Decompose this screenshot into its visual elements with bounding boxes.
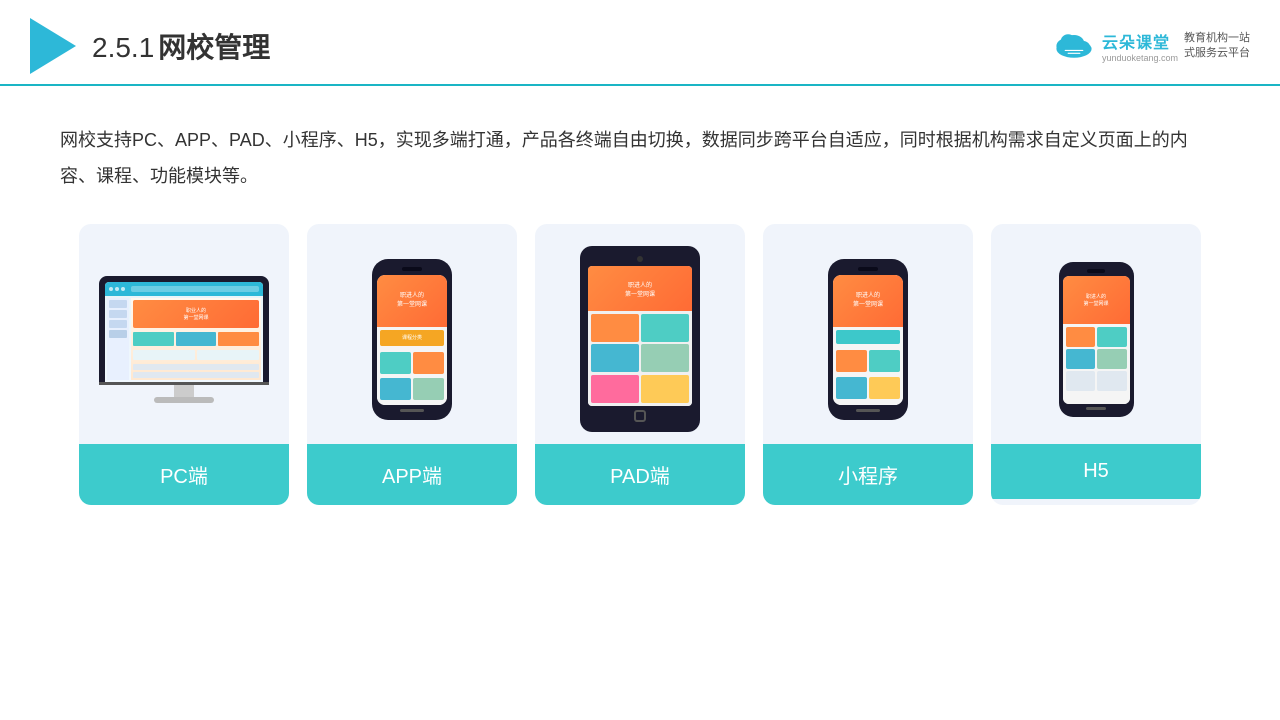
- page-header: 2.5.1网校管理 云朵课堂 yunduoketang.com 教育机构一站式服…: [0, 0, 1280, 86]
- pc-monitor-icon: 职业人的第一堂网课: [99, 276, 269, 403]
- card-pc: 职业人的第一堂网课: [79, 224, 289, 505]
- card-h5-label: H5: [991, 444, 1201, 499]
- card-miniapp: 职进人的第一堂网课 小程序: [763, 224, 973, 505]
- cloud-logo-icon: [1052, 31, 1096, 61]
- brand-text: 云朵课堂 yunduoketang.com: [1102, 29, 1178, 63]
- card-h5: 职进人的第一堂网课: [991, 224, 1201, 505]
- title-number: 2.5.1: [92, 32, 154, 63]
- miniapp-phone-icon: 职进人的第一堂网课: [828, 259, 908, 420]
- header-left: 2.5.1网校管理: [30, 18, 270, 74]
- description-text: 网校支持PC、APP、PAD、小程序、H5，实现多端打通，产品各终端自由切换，数…: [0, 86, 1280, 194]
- logo-icon: [30, 18, 76, 74]
- card-pc-label: PC端: [79, 444, 289, 505]
- card-app: 职进人的第一堂网课 课程分类: [307, 224, 517, 505]
- h5-phone-icon: 职进人的第一堂网课: [1059, 262, 1134, 417]
- card-pad: 职进人的第一堂网课 PAD端: [535, 224, 745, 505]
- card-miniapp-image: 职进人的第一堂网课: [763, 224, 973, 444]
- header-right: 云朵课堂 yunduoketang.com 教育机构一站式服务云平台: [1052, 29, 1250, 63]
- brand-logo: 云朵课堂 yunduoketang.com 教育机构一站式服务云平台: [1052, 29, 1250, 63]
- card-miniapp-label: 小程序: [763, 444, 973, 505]
- ipad-icon: 职进人的第一堂网课: [580, 246, 700, 432]
- brand-tagline: 教育机构一站式服务云平台: [1184, 31, 1250, 62]
- card-app-label: APP端: [307, 444, 517, 505]
- cards-section: 职业人的第一堂网课: [0, 194, 1280, 505]
- title-text: 网校管理: [158, 32, 270, 63]
- description-paragraph: 网校支持PC、APP、PAD、小程序、H5，实现多端打通，产品各终端自由切换，数…: [60, 122, 1220, 194]
- card-pad-image: 职进人的第一堂网课: [535, 224, 745, 444]
- card-pad-label: PAD端: [535, 444, 745, 505]
- card-pc-image: 职业人的第一堂网课: [79, 224, 289, 444]
- brand-name: 云朵课堂: [1102, 29, 1170, 53]
- card-h5-image: 职进人的第一堂网课: [991, 224, 1201, 444]
- card-app-image: 职进人的第一堂网课 课程分类: [307, 224, 517, 444]
- brand-url: yunduoketang.com: [1102, 53, 1178, 63]
- app-phone-icon: 职进人的第一堂网课 课程分类: [372, 259, 452, 420]
- page-title: 2.5.1网校管理: [92, 26, 270, 66]
